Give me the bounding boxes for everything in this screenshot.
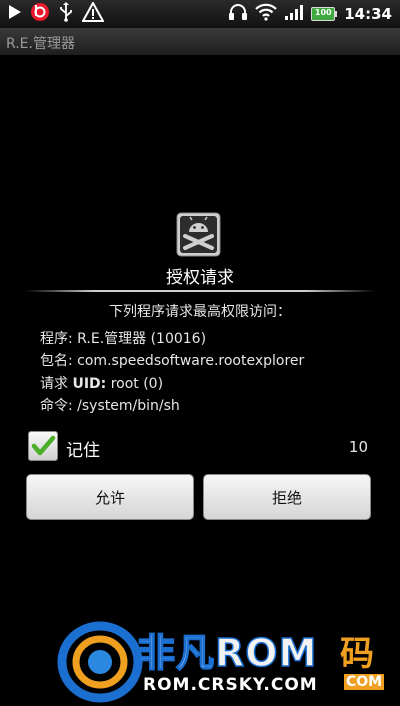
superuser-icon	[176, 212, 221, 257]
command-label: 命令:	[40, 398, 73, 414]
remember-label[interactable]: 记住	[66, 436, 100, 461]
play-icon	[8, 4, 22, 24]
warning-icon	[81, 0, 105, 26]
dialog-title: 授权请求	[166, 268, 234, 288]
title-divider	[25, 290, 375, 292]
program-row: 程序: R.E.管理器 (10016)	[40, 328, 206, 348]
watermark-url: ROM.CRSKY.COM	[143, 675, 318, 695]
program-label: 程序:	[40, 331, 73, 347]
watermark-text-main: 非凡ROM	[136, 630, 318, 676]
app-title: R.E.管理器	[6, 36, 75, 52]
wifi-icon	[255, 3, 278, 25]
watermark: 非凡ROM 码 ROM.CRSKY.COM COM	[55, 612, 400, 706]
remember-checkbox[interactable]	[28, 431, 58, 461]
allow-button[interactable]: 允许	[26, 474, 194, 520]
dialog-message: 下列程序请求最高权限访问：	[109, 304, 291, 320]
program-value: R.E.管理器 (10016)	[77, 331, 207, 347]
uid-value: root (0)	[110, 376, 164, 392]
uid-row: 请求 UID: root (0)	[40, 373, 163, 393]
signal-icon	[284, 3, 304, 25]
usb-icon	[58, 2, 74, 26]
command-value: /system/bin/sh	[77, 398, 180, 414]
app-title-bar: R.E.管理器	[0, 28, 400, 56]
clock: 14:34	[344, 5, 392, 23]
watermark-com: COM	[344, 674, 385, 690]
beats-icon	[30, 2, 50, 26]
package-row: 包名: com.speedsoftware.rootexplorer	[40, 350, 304, 370]
uid-label: UID:	[72, 376, 107, 392]
package-label: 包名:	[40, 353, 73, 369]
package-value: com.speedsoftware.rootexplorer	[77, 353, 305, 369]
countdown-timer: 10	[348, 438, 368, 456]
watermark-text-side: 码	[340, 634, 374, 674]
deny-button[interactable]: 拒绝	[203, 474, 371, 520]
uid-label-prefix: 请求	[40, 376, 68, 392]
status-bar: 100 14:34	[0, 0, 400, 28]
battery-icon: 100	[311, 7, 338, 21]
command-row: 命令: /system/bin/sh	[40, 395, 180, 415]
headset-icon	[228, 3, 248, 25]
